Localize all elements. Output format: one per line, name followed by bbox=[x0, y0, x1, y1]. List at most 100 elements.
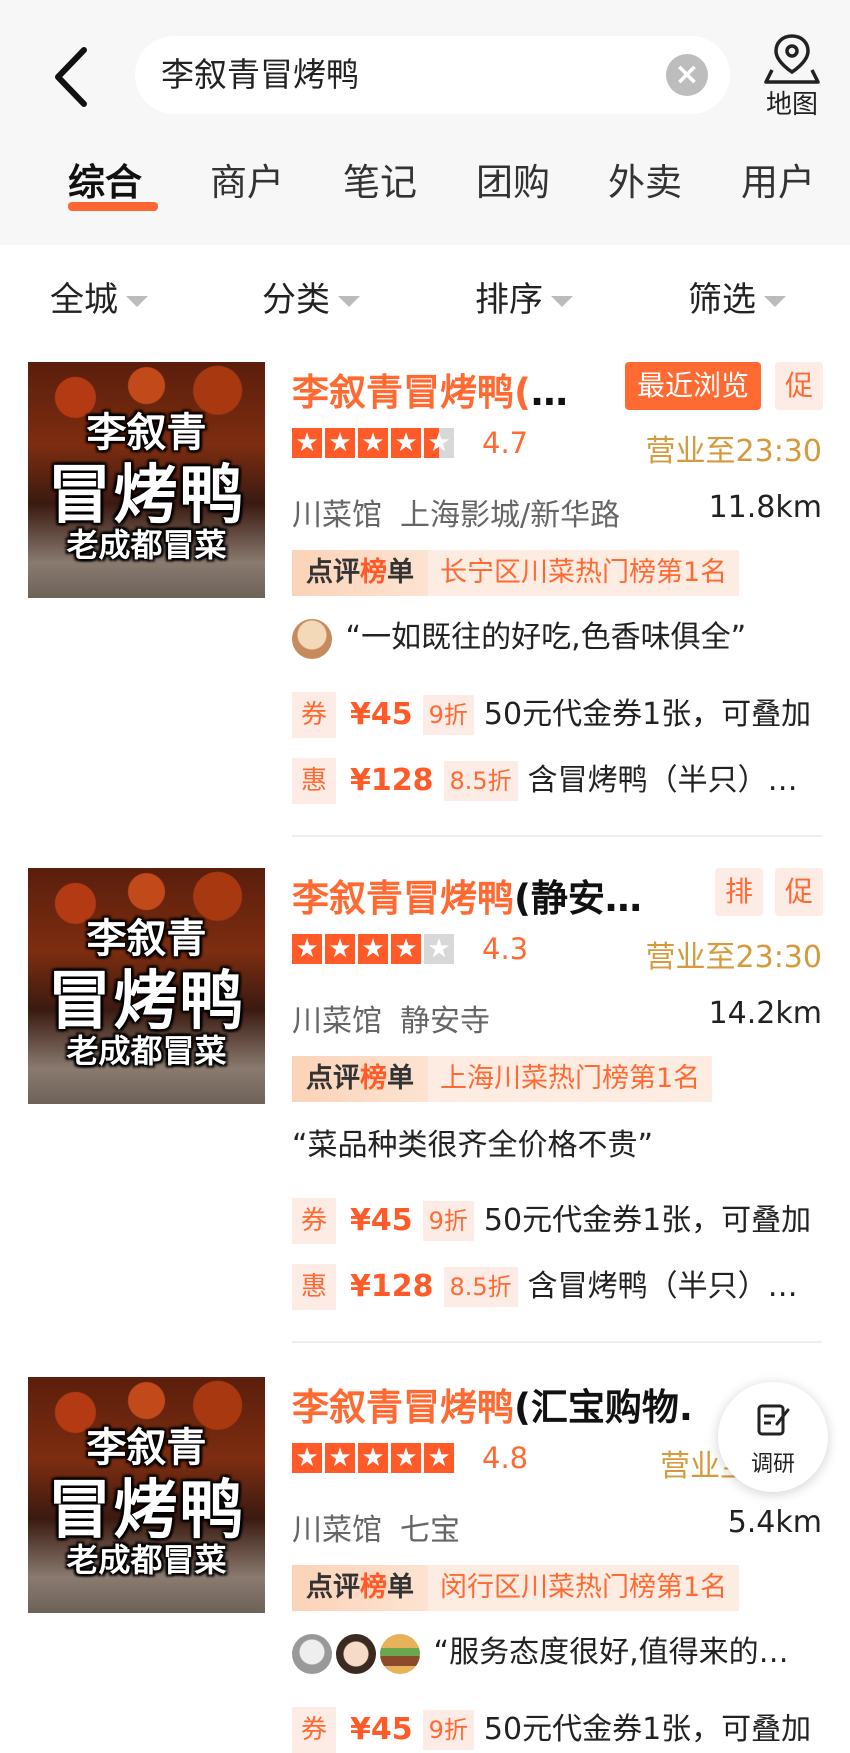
star-icon bbox=[391, 934, 421, 964]
close-icon: × bbox=[674, 57, 700, 92]
voucher-deal[interactable]: 券 ¥45 9折 50元代金券1张，可叠加 bbox=[292, 692, 811, 738]
deal-type: 券 bbox=[292, 692, 336, 738]
star-icon bbox=[358, 428, 388, 458]
business-hours: 营业至23:30 bbox=[645, 434, 822, 469]
divider bbox=[292, 1341, 822, 1343]
filter-city-label: 全城 bbox=[50, 280, 118, 320]
shop-meta: 川菜馆 静安寺 bbox=[292, 996, 490, 1040]
edit-note-icon bbox=[757, 1404, 790, 1436]
tab-group-buy[interactable]: 团购 bbox=[476, 150, 550, 216]
deal-discount: 8.5折 bbox=[443, 761, 518, 801]
result-card[interactable]: 李叙青 冒烤鸭 老成都冒菜 李叙青冒烤鸭(… 最近浏览 促 4.7 营业至23:… bbox=[0, 362, 850, 837]
thumbnail-text: 老成都冒菜 bbox=[66, 1541, 227, 1579]
deal-price: ¥128 bbox=[350, 763, 434, 798]
filter-city[interactable]: 全城 bbox=[50, 270, 148, 330]
filter-sort-label: 排序 bbox=[475, 280, 543, 320]
ranking-label-part: 榜 bbox=[360, 557, 387, 588]
filter-bar: 全城 分类 排序 筛选 bbox=[0, 270, 850, 330]
ranking-label: 点评榜单 bbox=[292, 550, 428, 596]
tab-notes[interactable]: 笔记 bbox=[343, 150, 417, 216]
shop-title[interactable]: 李叙青冒烤鸭(静安… bbox=[292, 868, 642, 922]
ranking-text: 上海川菜热门榜第1名 bbox=[440, 1063, 701, 1094]
star-icon bbox=[325, 428, 355, 458]
review-text: “菜品种类很齐全价格不贵” bbox=[292, 1128, 654, 1163]
tab-delivery[interactable]: 外卖 bbox=[608, 150, 682, 216]
shop-thumbnail[interactable]: 李叙青 冒烤鸭 老成都冒菜 bbox=[28, 1377, 265, 1613]
back-button[interactable] bbox=[48, 42, 98, 112]
star-empty-icon bbox=[424, 934, 454, 964]
group-buy-deal[interactable]: 惠 ¥128 8.5折 含冒烤鸭（半只）… bbox=[292, 758, 798, 804]
star-rating bbox=[292, 428, 457, 458]
deal-type: 券 bbox=[292, 1198, 336, 1244]
deal-price: ¥45 bbox=[350, 697, 413, 732]
thumbnail-text: 老成都冒菜 bbox=[66, 1032, 227, 1070]
star-icon bbox=[424, 1443, 454, 1473]
deal-discount: 9折 bbox=[422, 1201, 474, 1241]
star-icon bbox=[292, 934, 322, 964]
active-tab-indicator bbox=[68, 202, 158, 211]
clear-search-button[interactable]: × bbox=[666, 54, 708, 96]
group-buy-deal[interactable]: 惠 ¥128 8.5折 含冒烤鸭（半只）… bbox=[292, 1264, 798, 1310]
shop-title[interactable]: 李叙青冒烤鸭(汇宝购物. bbox=[292, 1377, 693, 1431]
thumbnail-text: 老成都冒菜 bbox=[66, 526, 227, 564]
ranking-label-part: 榜 bbox=[360, 1572, 387, 1603]
deal-discount: 8.5折 bbox=[443, 1267, 518, 1307]
title-rest: … bbox=[530, 371, 568, 414]
deal-description: 含冒烤鸭（半只）… bbox=[527, 763, 798, 798]
star-icon bbox=[325, 934, 355, 964]
survey-floating-button[interactable]: 调研 bbox=[718, 1382, 828, 1492]
business-hours: 营业至23:30 bbox=[645, 940, 822, 975]
shop-category: 川菜馆 bbox=[292, 1004, 382, 1039]
map-button[interactable]: 地图 bbox=[752, 30, 832, 120]
deal-discount: 9折 bbox=[422, 695, 474, 735]
search-input[interactable]: 李叙青冒烤鸭 × bbox=[135, 36, 730, 114]
result-card[interactable]: 李叙青 冒烤鸭 老成都冒菜 李叙青冒烤鸭(静安… 排 促 4.3 营业至23:3… bbox=[0, 868, 850, 1343]
review-snippet[interactable]: “一如既往的好吃,色香味俱全” bbox=[292, 612, 746, 659]
voucher-deal[interactable]: 券 ¥45 9折 50元代金券1张，可叠加 bbox=[292, 1198, 811, 1244]
shop-category: 川菜馆 bbox=[292, 498, 382, 533]
deal-price: ¥128 bbox=[350, 1269, 434, 1304]
ranking-badge[interactable]: 点评榜单 闵行区川菜热门榜第1名 bbox=[292, 1565, 740, 1611]
tab-users[interactable]: 用户 bbox=[741, 150, 815, 216]
review-snippet[interactable]: “菜品种类很齐全价格不贵” bbox=[292, 1120, 653, 1164]
voucher-deal[interactable]: 券 ¥45 9折 50元代金券1张，可叠加 bbox=[292, 1707, 811, 1753]
divider bbox=[292, 835, 822, 837]
ranking-badge[interactable]: 点评榜单 长宁区川菜热门榜第1名 bbox=[292, 550, 740, 596]
title-rest: (静安… bbox=[514, 877, 642, 920]
review-snippet[interactable]: “服务态度很好,值得来的… bbox=[292, 1627, 789, 1674]
tab-merchants[interactable]: 商户 bbox=[210, 150, 284, 216]
ranking-label-part: 单 bbox=[387, 1572, 414, 1603]
star-icon bbox=[391, 428, 421, 458]
back-arrow-icon bbox=[55, 47, 87, 107]
title-rest: (汇宝购物. bbox=[514, 1386, 693, 1429]
star-icon bbox=[325, 1443, 355, 1473]
title-highlight: 李叙青冒烤鸭( bbox=[292, 371, 531, 414]
ranking-label-part: 单 bbox=[387, 1063, 414, 1094]
filter-more[interactable]: 筛选 bbox=[688, 270, 786, 330]
ranking-badge[interactable]: 点评榜单 上海川菜热门榜第1名 bbox=[292, 1056, 713, 1102]
deal-description: 50元代金券1张，可叠加 bbox=[483, 1203, 812, 1238]
filter-more-label: 筛选 bbox=[688, 280, 756, 320]
filter-category[interactable]: 分类 bbox=[262, 270, 360, 330]
shop-thumbnail[interactable]: 李叙青 冒烤鸭 老成都冒菜 bbox=[28, 868, 265, 1104]
distance: 11.8km bbox=[708, 490, 822, 525]
chevron-down-icon bbox=[126, 296, 148, 307]
star-icon bbox=[292, 428, 322, 458]
rating-score: 4.3 bbox=[482, 932, 529, 966]
promo-badge: 促 bbox=[775, 868, 823, 916]
ranking-label-part: 点评 bbox=[306, 1572, 360, 1603]
distance: 14.2km bbox=[708, 996, 822, 1031]
map-label: 地图 bbox=[765, 90, 818, 120]
title-highlight: 李叙青冒烤鸭 bbox=[292, 877, 514, 920]
ranking-label-part: 单 bbox=[387, 557, 414, 588]
recently-viewed-badge: 最近浏览 bbox=[625, 362, 762, 410]
rating-score: 4.8 bbox=[482, 1441, 529, 1475]
ranking-text: 闵行区川菜热门榜第1名 bbox=[440, 1572, 728, 1603]
map-pin-icon bbox=[764, 34, 820, 84]
shop-thumbnail[interactable]: 李叙青 冒烤鸭 老成都冒菜 bbox=[28, 362, 265, 598]
shop-title[interactable]: 李叙青冒烤鸭(… bbox=[292, 362, 568, 416]
star-rating bbox=[292, 1443, 457, 1473]
filter-sort[interactable]: 排序 bbox=[475, 270, 573, 330]
star-icon bbox=[292, 1443, 322, 1473]
deal-price: ¥45 bbox=[350, 1712, 413, 1747]
